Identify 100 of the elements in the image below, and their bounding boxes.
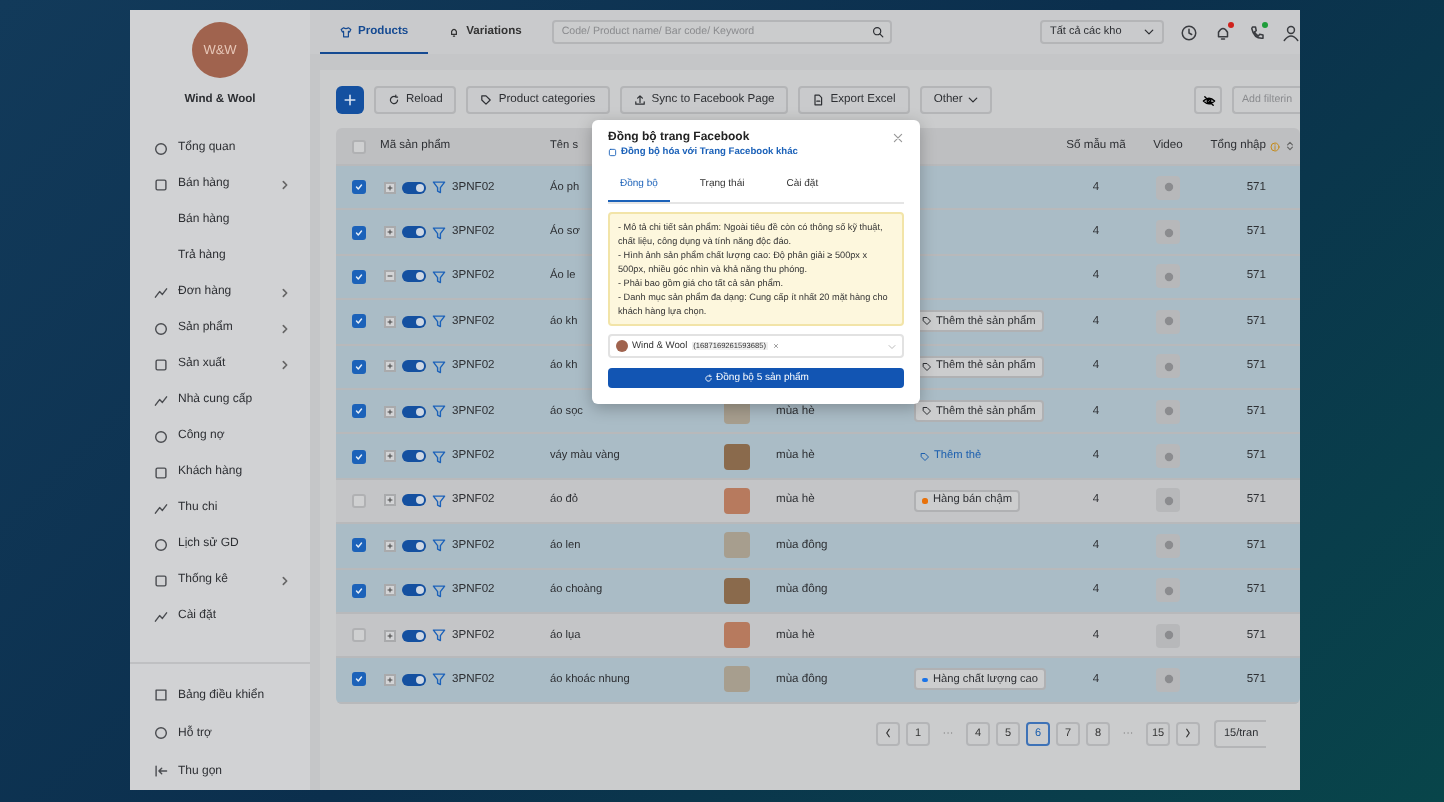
checkbox[interactable] (351, 583, 365, 598)
filter-icon[interactable] (432, 672, 446, 687)
chevron-right-icon (280, 287, 290, 297)
toggle-switch[interactable] (402, 584, 426, 597)
filter-icon[interactable] (432, 180, 446, 195)
avatar (616, 340, 628, 352)
expand-button[interactable] (384, 450, 396, 463)
filter-icon[interactable] (432, 404, 446, 419)
reload-icon (388, 94, 400, 106)
expand-button[interactable] (384, 360, 396, 373)
circle-icon (1161, 180, 1175, 195)
expand-button[interactable] (384, 226, 396, 239)
checkbox[interactable] (351, 359, 365, 374)
checkbox[interactable] (351, 628, 365, 643)
toggle-switch[interactable] (402, 629, 426, 642)
toggle-switch[interactable] (402, 181, 426, 194)
filter-icon[interactable] (432, 449, 446, 464)
toggle-switch[interactable] (402, 673, 426, 686)
clock-icon[interactable] (1180, 23, 1198, 41)
bell-icon (448, 25, 461, 37)
filter-icon[interactable] (432, 359, 446, 374)
tag-icon (920, 451, 930, 462)
expand-button[interactable] (384, 494, 396, 507)
toggle-switch[interactable] (402, 405, 426, 418)
video-button[interactable] (1156, 488, 1180, 513)
collapse-icon (154, 764, 168, 778)
chevron-down-icon (888, 343, 896, 349)
chevron-down-icon (968, 96, 979, 104)
info-icon (1270, 141, 1280, 151)
circle-icon (1161, 314, 1175, 329)
toggle-switch[interactable] (402, 226, 426, 239)
previous-page-button[interactable] (876, 721, 900, 746)
checkbox[interactable] (351, 449, 365, 464)
tag-icon (922, 316, 932, 327)
expand-button[interactable] (384, 539, 396, 552)
checkbox[interactable] (351, 493, 365, 508)
toggle-switch[interactable] (402, 494, 426, 507)
checkbox[interactable] (351, 269, 365, 284)
filter-icon[interactable] (432, 269, 446, 284)
toggle-switch[interactable] (402, 270, 426, 283)
checkbox[interactable] (351, 672, 365, 687)
toggle-switch[interactable] (402, 539, 426, 552)
toggle-switch[interactable] (402, 450, 426, 463)
checkbox[interactable] (351, 139, 365, 153)
expand-button[interactable] (384, 181, 396, 194)
circle-icon (1161, 583, 1175, 598)
checkbox[interactable] (351, 314, 365, 329)
bell-icon[interactable] (1214, 23, 1232, 41)
search-icon (871, 26, 884, 38)
checkbox[interactable] (351, 180, 365, 195)
toggle-switch[interactable] (402, 360, 426, 373)
expand-button[interactable] (384, 315, 396, 328)
chevron-right-icon (280, 179, 290, 189)
circle-icon (1161, 269, 1175, 284)
circle-icon (1161, 449, 1175, 464)
circle-icon (1161, 404, 1175, 419)
circle-icon (1161, 538, 1175, 553)
phone-icon[interactable] (1248, 23, 1266, 41)
circle-icon (1161, 672, 1175, 687)
filter-icon[interactable] (432, 538, 446, 553)
add-button[interactable] (336, 86, 364, 114)
video-button[interactable] (1156, 623, 1180, 648)
checkbox[interactable] (351, 404, 365, 419)
next-page-button[interactable] (1176, 721, 1200, 746)
circle-icon (1161, 493, 1175, 508)
circle-icon (1161, 225, 1175, 240)
user-icon[interactable] (1282, 23, 1300, 41)
sort-icon[interactable] (1286, 140, 1294, 152)
eye-off-icon (1202, 94, 1216, 108)
expand-button[interactable] (384, 270, 396, 283)
expand-button[interactable] (384, 673, 396, 686)
tag-icon (480, 94, 493, 106)
checkbox[interactable] (351, 538, 365, 553)
chevron-right-icon (280, 359, 290, 369)
chevron-down-icon (1144, 28, 1154, 36)
expand-button[interactable] (384, 629, 396, 642)
hide-columns-button[interactable] (1194, 86, 1222, 114)
document-icon (812, 94, 825, 106)
checkbox[interactable] (351, 225, 365, 240)
circle-icon (1161, 628, 1175, 643)
expand-button[interactable] (384, 584, 396, 597)
filter-icon[interactable] (432, 583, 446, 598)
filter-icon[interactable] (432, 493, 446, 508)
chevron-left-icon (884, 728, 892, 739)
toggle-switch[interactable] (402, 315, 426, 328)
tag-icon (922, 406, 932, 417)
filter-icon[interactable] (432, 225, 446, 240)
chevron-right-icon (1184, 728, 1192, 739)
expand-button[interactable] (384, 405, 396, 418)
status-dot (1262, 21, 1268, 27)
filter-icon[interactable] (432, 314, 446, 329)
close-icon[interactable] (892, 132, 904, 144)
chevron-right-icon (280, 575, 290, 585)
plus-icon (342, 92, 358, 108)
upload-icon (633, 94, 646, 106)
tag-icon (922, 361, 932, 372)
notification-dot (1228, 21, 1234, 27)
circle-icon (1161, 359, 1175, 374)
filter-icon[interactable] (432, 628, 446, 643)
chevron-right-icon (280, 323, 290, 333)
